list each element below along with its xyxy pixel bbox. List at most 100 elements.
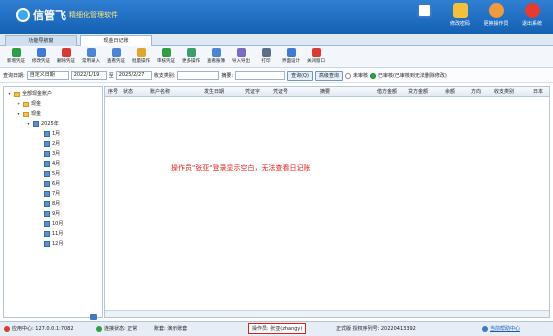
help-icon [482, 325, 488, 332]
calendar-icon [44, 131, 50, 137]
tree-item-cash-1[interactable]: + 现金 [16, 100, 41, 108]
account-tree: ▾ 全部现金账户 + 现金 ▾ 现金 ▾ 2025年 1月 2月 3月 4月 5月 6月 7月 8月 9… [3, 86, 103, 318]
toolbar-button-2[interactable]: 删除凭证 [55, 46, 77, 64]
tree-item-cash-2[interactable]: ▾ 现金 [16, 110, 41, 118]
tree-month-item[interactable]: 4月 [44, 160, 60, 168]
tree-month-item[interactable]: 12月 [44, 240, 63, 248]
calendar-icon [44, 141, 50, 147]
tree-month-item[interactable]: 5月 [44, 170, 60, 178]
account-set: 账套: 演示账套 [154, 326, 188, 332]
toolbar-button-7[interactable]: 更多操作 [180, 46, 202, 64]
date-from-field[interactable]: 2022/1/19 [70, 71, 107, 80]
annotation-text: 操作员"张亚"登录显示空白，无法查看日记账 [171, 164, 311, 172]
toolbar-button-3[interactable]: 常用录入 [80, 46, 102, 64]
exit-icon [524, 3, 540, 18]
grid-column-header[interactable]: 状态 [123, 87, 133, 97]
server-status: 应用中心: 127.0.0.1:7082 [4, 325, 74, 332]
calendar-icon [44, 211, 50, 217]
to-label: 至 [108, 73, 114, 79]
toolbar-button-11[interactable]: 界面设计 [280, 46, 302, 64]
expand-icon: + [16, 100, 21, 106]
grid-column-header[interactable]: 发生日期 [204, 87, 224, 97]
tree-root[interactable]: ▾ 全部现金账户 [7, 90, 52, 98]
change-password-button[interactable]: 修改密码 [445, 3, 475, 27]
grid-column-header[interactable]: 贷方金额 [408, 87, 428, 97]
grid-header: 序号 状态 账户名称 发生日期 凭证字 凭证号 摘要 借方金额 贷方金额 余额 方向 收支类别 日本 [105, 87, 549, 97]
tree-month-label: 7月 [52, 191, 61, 197]
query-button[interactable]: 查询(Q) [287, 70, 313, 81]
journal-grid: 序号 状态 账户名称 发生日期 凭证字 凭证号 摘要 借方金额 贷方金额 余额 方向 收支类别 日本 操… [104, 86, 550, 318]
toolbar-button-8[interactable]: 查看账簿 [205, 46, 227, 64]
grid-column-header[interactable]: 余额 [445, 87, 455, 97]
grid-column-header[interactable]: 摘要 [320, 87, 330, 97]
tab-cash-journal[interactable]: 现金日记账 [80, 35, 152, 46]
summary-field[interactable] [235, 71, 286, 80]
folder-icon [23, 101, 29, 107]
connection-icon [96, 325, 102, 332]
tree-month-item[interactable]: 2月 [44, 140, 60, 148]
document-button[interactable] [409, 3, 439, 27]
toolbar-button-10[interactable]: 打印 [255, 46, 277, 64]
folder-icon [14, 91, 20, 97]
grid-column-header[interactable]: 序号 [108, 87, 118, 97]
toolbar-label: 常用录入 [82, 59, 100, 64]
calendar-icon [44, 181, 50, 187]
grid-column-header[interactable]: 凭证字 [245, 87, 260, 97]
tree-month-label: 4月 [52, 161, 61, 167]
tab-nav[interactable]: 功能导航窗 [5, 35, 77, 46]
toolbar-label: 更多操作 [182, 59, 200, 64]
tree-month-item[interactable]: 10月 [44, 220, 63, 228]
toolbar-button-12[interactable]: 关闭窗口 [305, 46, 327, 64]
calendar-icon [33, 121, 39, 127]
grid-column-header[interactable]: 收支类别 [494, 87, 514, 97]
audited-radio[interactable] [369, 72, 376, 79]
grid-column-header[interactable]: 借方金额 [377, 87, 397, 97]
tree-month-item[interactable]: 3月 [44, 150, 60, 158]
horizontal-scrollbar[interactable] [105, 310, 549, 317]
category-field[interactable] [177, 71, 220, 80]
tree-month-item[interactable]: 7月 [44, 190, 60, 198]
toolbar-label: 查看账簿 [207, 59, 225, 64]
tree-month-label: 1月 [52, 131, 61, 137]
tree-month-item[interactable]: 9月 [44, 210, 60, 218]
toolbar-button-5[interactable]: 批量操作 [130, 46, 152, 64]
toolbar-button-4[interactable]: 查看凭证 [105, 46, 127, 64]
app-header: 信管飞 精细化管理软件 修改密码 更换操作员 退出系统 [0, 0, 553, 34]
grid-column-header[interactable]: 方向 [471, 87, 481, 97]
grid-column-header[interactable]: 日本 [533, 87, 543, 97]
app-window: 信管飞 精细化管理软件 修改密码 更换操作员 退出系统 功能导航窗 现金日记账 … [0, 0, 553, 336]
exit-system-button[interactable]: 退出系统 [517, 3, 547, 27]
lock-icon [452, 3, 468, 18]
unaudited-label: 未审核 [352, 73, 368, 79]
grid-column-header[interactable]: 凭证号 [273, 87, 288, 97]
toolbar-icon [211, 48, 221, 57]
switch-operator-button[interactable]: 更换操作员 [481, 3, 511, 27]
connection-status: 连接状态: 正常 [96, 325, 137, 332]
tree-month-item[interactable]: 1月 [44, 130, 60, 138]
folder-icon [23, 111, 29, 117]
tree-month-item[interactable]: 8月 [44, 200, 60, 208]
toolbar-button-0[interactable]: 新增凭证 [5, 46, 27, 64]
panel-toggle-icon[interactable] [90, 314, 97, 320]
grid-column-header[interactable]: 账户名称 [150, 87, 170, 97]
toolbar-button-9[interactable]: 导入导出 [230, 46, 252, 64]
date-to-field[interactable]: 2025/2/27 [115, 71, 152, 80]
toolbar-button-6[interactable]: 审核凭证 [155, 46, 177, 64]
toolbar: 新增凭证 修改凭证 删除凭证 常用录入 查看凭证 批量操作 审核凭证 更多操作 查看账簿 导入导出… [0, 46, 553, 68]
toolbar-icon [186, 48, 196, 57]
unaudited-radio[interactable] [344, 72, 351, 79]
tree-month-item[interactable]: 11月 [44, 230, 63, 238]
calendar-icon [44, 221, 50, 227]
logo-icon [16, 8, 30, 22]
advanced-query-button[interactable]: 高级查询 [314, 70, 343, 81]
date-mode-select[interactable]: 自定义日期 [26, 71, 69, 80]
toolbar-button-1[interactable]: 修改凭证 [30, 46, 52, 64]
toolbar-icon [286, 48, 296, 57]
operator-info: 操作员: 张亚(zhangy) [248, 323, 307, 334]
help-center-link[interactable]: 当前帮助中心 [482, 325, 520, 332]
logo-title: 信管飞 [33, 9, 66, 22]
switch-operator-label: 更换操作员 [483, 21, 509, 27]
tree-month-item[interactable]: 6月 [44, 180, 60, 188]
toolbar-icon [161, 48, 171, 57]
tree-item-year[interactable]: ▾ 2025年 [26, 120, 59, 128]
